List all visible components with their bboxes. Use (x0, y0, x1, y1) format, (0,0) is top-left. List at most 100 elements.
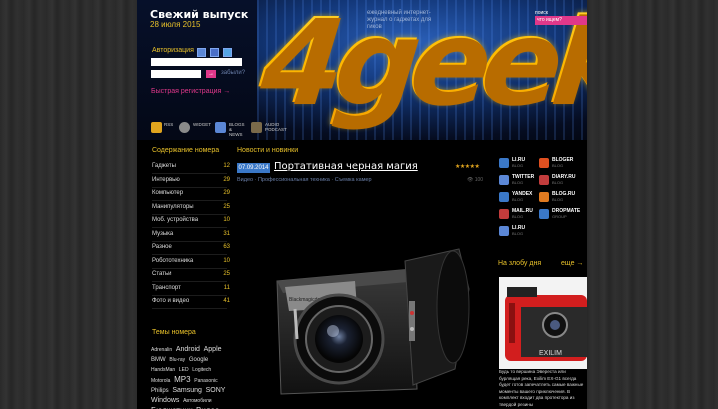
tag-link[interactable]: Автомобили (183, 398, 211, 404)
iconbar-label[interactable]: WIDGET (193, 122, 211, 127)
tag-link[interactable]: Philips (151, 388, 169, 394)
topic-of-day-title: На злобу дня (498, 260, 542, 267)
category-count: 63 (223, 244, 230, 250)
sidebar-category[interactable]: Моб. устройства 10 (152, 217, 230, 228)
share-service-icon[interactable] (539, 192, 549, 202)
share-service-icon[interactable] (499, 209, 509, 219)
tag-link[interactable]: Google (189, 357, 208, 363)
sidebar-category[interactable]: Фото и видео 41 (152, 298, 230, 309)
share-service-icon[interactable] (499, 175, 509, 185)
category-count: 11 (223, 284, 230, 291)
share-service-type: BLOG (552, 163, 564, 168)
category-count: 41 (223, 298, 230, 304)
tag-link[interactable]: Apple (204, 346, 222, 353)
tag-link[interactable]: Motorola (151, 378, 170, 384)
category-count: 12 (223, 163, 230, 169)
tag-link[interactable]: MP3 (174, 375, 190, 384)
views-count: 👁 100 (467, 177, 484, 183)
share-service-type: BLOG (552, 180, 564, 185)
category-name[interactable]: Компьютер (152, 190, 183, 196)
category-count: 25 (223, 271, 230, 277)
share-service-type: BLOG (512, 197, 524, 202)
tag-link[interactable]: BMW (151, 357, 166, 363)
share-service-icon[interactable] (539, 158, 549, 168)
page: 4geeks ежедневный интернет-журнал о гадж… (137, 0, 587, 409)
topic-photo[interactable]: EXILIM (499, 277, 587, 369)
tag-link[interactable]: Logitech (192, 367, 211, 373)
section-title: Новости и новинки (237, 147, 299, 154)
iconbar-label[interactable]: BLOGS & NEWS (229, 122, 245, 137)
share-service-type: BLOG (512, 231, 524, 236)
share-service-type: GROUP (552, 214, 567, 219)
rss-icon[interactable] (151, 122, 162, 133)
tag-link[interactable]: HandsMan (151, 367, 175, 373)
tag-link[interactable]: LED (179, 367, 189, 373)
tag-link[interactable]: Blu-ray (169, 357, 185, 363)
iconbar-label[interactable]: RSS (164, 122, 173, 127)
sidebar-category[interactable]: Гаджеты 12 (152, 163, 230, 174)
topic-more-link[interactable]: еще → (561, 260, 583, 267)
share-service-icon[interactable] (499, 158, 509, 168)
sidebar-category[interactable]: Компьютер 29 (152, 190, 230, 201)
rating-stars[interactable]: ★★★★★ (455, 163, 480, 170)
sidebar-category[interactable]: Интервью 29 (152, 177, 230, 188)
category-name[interactable]: Транспорт (152, 285, 181, 291)
category-name[interactable]: Моб. устройства (152, 217, 198, 223)
share-service-type: BLOG (512, 163, 524, 168)
tag-link[interactable]: SONY (206, 387, 226, 394)
social-login-icon[interactable] (197, 48, 206, 57)
share-link[interactable]: DROPMATE GROUP (539, 208, 587, 222)
site-tagline: ежедневный интернет-журнал о гаджетах дл… (367, 10, 432, 30)
camera-illustration: Blackmagicdesign (276, 248, 470, 395)
widget-icon[interactable] (179, 122, 190, 133)
category-name[interactable]: Статьи (152, 271, 171, 277)
facebook-icon[interactable] (210, 48, 219, 57)
podcast-icon[interactable] (251, 122, 262, 133)
share-link[interactable]: BLOGER BLOG (539, 157, 587, 171)
tag-link[interactable]: Samsung (172, 387, 202, 394)
sidebar-category[interactable]: Робототехника 10 (152, 257, 230, 269)
blogs-icon[interactable] (215, 122, 226, 133)
category-count: 29 (223, 190, 230, 196)
category-name[interactable]: Фото и видео (152, 298, 189, 304)
sidebar-category[interactable]: Музыка 31 (152, 230, 230, 242)
password-field[interactable] (151, 70, 201, 78)
tag-link[interactable]: Panasonic (194, 378, 217, 384)
category-name[interactable]: Робототехника (152, 258, 193, 264)
register-link[interactable]: Быстрая регистрация → (151, 88, 230, 95)
article-date-badge: 07.09.2014 (237, 163, 270, 173)
category-count: 10 (223, 257, 230, 264)
search-input[interactable]: что ищем? (535, 16, 587, 25)
sidebar-category[interactable]: Манипуляторы 25 (152, 204, 230, 215)
share-service-icon[interactable] (539, 209, 549, 219)
tag-link[interactable]: Adrenalin (151, 347, 172, 353)
category-name[interactable]: Музыка (152, 231, 173, 237)
sidebar-category[interactable]: Статьи 25 (152, 271, 230, 282)
category-name[interactable]: Манипуляторы (152, 204, 194, 210)
twitter-icon[interactable] (223, 48, 232, 57)
article-tags[interactable]: Видео · Профессиональная техника · Съемк… (237, 177, 372, 183)
category-name[interactable]: Разное (152, 244, 172, 250)
category-count: 31 (223, 230, 230, 237)
forgot-password-link[interactable]: забыли? (221, 70, 245, 76)
share-service-icon[interactable] (499, 192, 509, 202)
share-link[interactable]: BLOG.RU BLOG (539, 191, 587, 205)
share-service-icon[interactable] (539, 175, 549, 185)
sidebar-title: Содержание номера (152, 147, 220, 154)
login-field[interactable] (151, 58, 242, 66)
share-service-icon[interactable] (499, 226, 509, 236)
login-button[interactable]: → (206, 70, 216, 78)
share-service-type: BLOG (512, 180, 524, 185)
sidebar-category[interactable]: Транспорт 11 (152, 284, 230, 296)
tag-link[interactable]: Android (176, 346, 200, 353)
share-link[interactable]: LI.RU BLOG (499, 225, 554, 239)
category-name[interactable]: Гаджеты (152, 163, 176, 169)
share-link[interactable]: DIARY.RU BLOG (539, 174, 587, 188)
category-name[interactable]: Интервью (152, 177, 180, 183)
tag-link[interactable]: Windows (151, 397, 179, 404)
share-service-type: BLOG (512, 214, 524, 219)
article-photo-camera[interactable]: Blackmagicdesign (237, 189, 485, 409)
iconbar-label[interactable]: AUDIO PODCAST (265, 122, 287, 132)
sidebar-category[interactable]: Разное 63 (152, 244, 230, 255)
article-title-link[interactable]: Портативная черная магия (274, 161, 418, 172)
